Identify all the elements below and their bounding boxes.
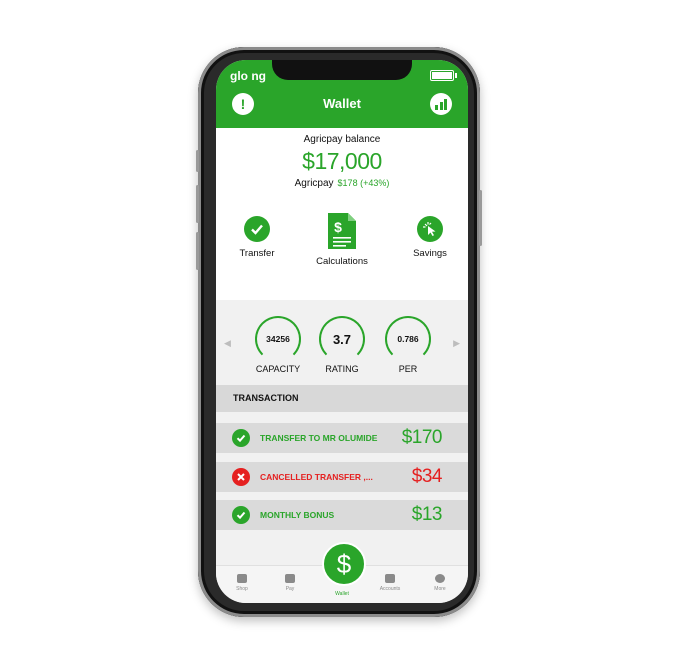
balance-change: Agricpay $178 (+43%) xyxy=(216,178,468,189)
stat-per: 0.786 PER xyxy=(380,316,436,374)
arrow-left-icon[interactable]: ◀ xyxy=(224,338,231,349)
bar-chart-icon[interactable] xyxy=(430,93,452,115)
check-circle-icon xyxy=(244,216,270,242)
balance-change-value: $178 (+43%) xyxy=(337,178,390,188)
volume-down-button xyxy=(196,232,199,270)
mute-switch xyxy=(196,150,199,172)
stat-value-per: 0.786 xyxy=(385,316,431,362)
check-circle-icon xyxy=(232,429,250,447)
transaction-amount: $13 xyxy=(411,504,443,525)
savings-label: Savings xyxy=(413,248,447,259)
battery-icon xyxy=(430,70,457,81)
carrier-label: glo ng xyxy=(230,69,266,83)
stats-section: ◀ 34256 CAPACITY 3.7 RATING 0.786 PER ▶ xyxy=(216,300,468,382)
more-icon xyxy=(435,574,445,583)
dollar-fab-button[interactable]: $ xyxy=(322,542,366,586)
transaction-label: CANCELLED TRANSFER ,... xyxy=(260,472,373,482)
stat-label-capacity: CAPACITY xyxy=(255,364,301,374)
balance-label: Agricpay balance xyxy=(303,134,381,145)
balance-sub-label: Agricpay xyxy=(294,178,334,189)
cancel-circle-icon xyxy=(232,468,250,486)
stat-value-capacity: 34256 xyxy=(255,316,301,362)
tab-label: More xyxy=(434,586,446,592)
transfer-label: Transfer xyxy=(239,248,275,259)
tab-accounts[interactable]: Accounts xyxy=(370,574,410,592)
user-icon xyxy=(385,574,395,583)
transaction-amount: $170 xyxy=(401,427,443,448)
tab-label: Wallet xyxy=(335,591,349,597)
tab-label: Pay xyxy=(285,586,295,592)
tab-pay[interactable]: Pay xyxy=(270,574,310,592)
transaction-row[interactable]: MONTHLY BONUS $13 xyxy=(216,500,468,530)
tab-label: Accounts xyxy=(379,586,401,592)
notch xyxy=(272,60,412,80)
stat-value-rating: 3.7 xyxy=(319,316,365,362)
volume-up-button xyxy=(196,185,199,223)
transfer-button[interactable]: Transfer xyxy=(232,216,282,259)
tab-label: Shop xyxy=(236,586,248,592)
transaction-row[interactable]: CANCELLED TRANSFER ,... $34 xyxy=(216,462,468,492)
arrow-right-icon[interactable]: ▶ xyxy=(453,338,460,349)
cursor-click-icon xyxy=(417,216,443,242)
stat-label-rating: RATING xyxy=(325,364,359,374)
stat-capacity: 34256 CAPACITY xyxy=(250,316,306,374)
calculations-button[interactable]: $ Calculations xyxy=(307,212,377,267)
users-icon xyxy=(285,574,295,583)
transaction-label: MONTHLY BONUS xyxy=(260,510,335,520)
side-button xyxy=(479,190,482,246)
transaction-amount: $34 xyxy=(411,466,443,487)
tab-more[interactable]: More xyxy=(420,574,460,592)
balance-section: Agricpay balance $17,000 Agricpay $178 (+… xyxy=(216,128,468,300)
basket-icon xyxy=(237,574,247,583)
stat-label-per: PER xyxy=(398,364,418,374)
tab-shop[interactable]: Shop xyxy=(222,574,262,592)
svg-text:$: $ xyxy=(334,219,342,235)
tab-wallet[interactable]: Wallet xyxy=(322,591,362,597)
dollar-document-icon: $ xyxy=(327,212,357,250)
check-circle-icon xyxy=(232,506,250,524)
transaction-header: TRANSACTION xyxy=(216,385,468,412)
transaction-label: TRANSFER TO MR OLUMIDE xyxy=(260,433,378,443)
transaction-row[interactable]: TRANSFER TO MR OLUMIDE $170 xyxy=(216,423,468,453)
savings-button[interactable]: Savings xyxy=(405,216,455,259)
phone-screen: glo ng ! Wallet Agricpay balance $17,000… xyxy=(216,60,468,603)
balance-amount: $17,000 xyxy=(302,148,382,174)
calculations-label: Calculations xyxy=(316,256,368,267)
stat-rating: 3.7 RATING xyxy=(314,316,370,374)
